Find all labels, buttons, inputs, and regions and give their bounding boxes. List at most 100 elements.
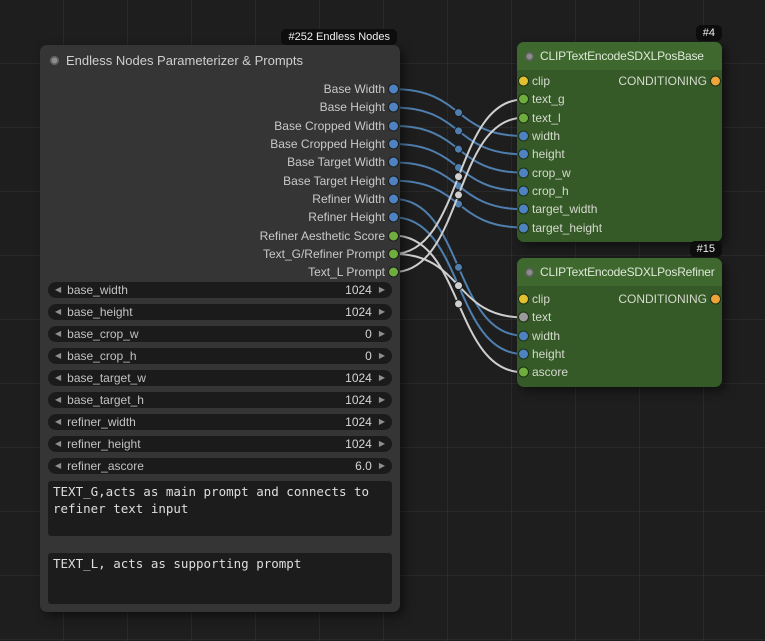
- input-slot-width: width: [517, 327, 722, 345]
- slot-width-dot[interactable]: [519, 132, 528, 141]
- increment-arrow-icon[interactable]: ▶: [379, 282, 385, 298]
- slot-text-l-dot[interactable]: [519, 113, 528, 122]
- input-slot-ascore: ascore: [517, 363, 722, 381]
- decrement-arrow-icon[interactable]: ◀: [55, 436, 61, 452]
- node-pos-refiner[interactable]: CLIPTextEncodeSDXLPosRefiner CONDITIONIN…: [517, 258, 722, 387]
- slot-text-g-refiner-prompt-dot[interactable]: [389, 249, 398, 258]
- increment-arrow-icon[interactable]: ▶: [379, 370, 385, 386]
- node-parameterizer[interactable]: Endless Nodes Parameterizer & Prompts Ba…: [40, 45, 400, 612]
- decrement-arrow-icon[interactable]: ◀: [55, 282, 61, 298]
- slot-width-dot[interactable]: [519, 331, 528, 340]
- node-title: CLIPTextEncodeSDXLPosRefiner: [540, 265, 715, 279]
- widget-base_height[interactable]: ◀base_height1024▶: [48, 304, 392, 320]
- slot-label: Base Target Width: [287, 155, 385, 169]
- slot-crop-w-dot[interactable]: [519, 168, 528, 177]
- slot-text-l-prompt-dot[interactable]: [389, 268, 398, 277]
- link-midpoint-dot[interactable]: [455, 163, 463, 171]
- slot-label: clip: [532, 74, 550, 88]
- link-midpoint-dot[interactable]: [455, 191, 463, 199]
- widget-base_crop_h[interactable]: ◀ base_crop_h 0 ▶: [48, 348, 392, 364]
- slot-label: Text_L Prompt: [308, 265, 385, 279]
- widget-refiner_height[interactable]: ◀refiner_height1024▶: [48, 436, 392, 452]
- increment-arrow-icon[interactable]: ▶: [379, 436, 385, 452]
- slot-base-width-dot[interactable]: [389, 85, 398, 94]
- slot-refiner-aesthetic-score-dot[interactable]: [389, 231, 398, 240]
- widget-base_width[interactable]: ◀base_width1024▶: [48, 282, 392, 298]
- increment-arrow-icon[interactable]: ▶: [379, 458, 385, 474]
- widget-refiner_ascore[interactable]: ◀refiner_ascore6.0▶: [48, 458, 392, 474]
- slot-text-dot[interactable]: [519, 313, 528, 322]
- widget-name: base_height: [67, 305, 132, 319]
- link-wire: [394, 89, 524, 136]
- slot-label: crop_h: [532, 184, 569, 198]
- widget-name: base_crop_h: [67, 349, 136, 363]
- link-midpoint-dot[interactable]: [455, 200, 463, 208]
- input-slot-clip: clip: [517, 290, 722, 308]
- node-title-bar[interactable]: CLIPTextEncodeSDXLPosRefiner: [517, 258, 722, 286]
- node-title-bar[interactable]: CLIPTextEncodeSDXLPosBase: [517, 42, 722, 70]
- decrement-arrow-icon[interactable]: ◀: [55, 414, 61, 430]
- slot-base-height-dot[interactable]: [389, 103, 398, 112]
- collapse-dot-icon[interactable]: [50, 56, 59, 65]
- badge-parameterizer: #252 Endless Nodes: [281, 29, 397, 45]
- widget-value: 1024: [345, 437, 372, 451]
- node-pos-base[interactable]: CLIPTextEncodeSDXLPosBase CONDITIONING c…: [517, 42, 722, 242]
- prompt-textarea-text-l[interactable]: TEXT_L, acts as supporting prompt: [48, 553, 392, 604]
- slot-target-width-dot[interactable]: [519, 205, 528, 214]
- input-slot-text-g: text_g: [517, 90, 722, 108]
- increment-arrow-icon[interactable]: ▶: [379, 414, 385, 430]
- node-graph-canvas[interactable]: #252 Endless Nodes #4 #15 Endless Nodes …: [0, 0, 765, 641]
- link-midpoint-dot[interactable]: [455, 282, 463, 290]
- prompt-textarea-text-g[interactable]: TEXT_G,acts as main prompt and connects …: [48, 481, 392, 536]
- widget-refiner_width[interactable]: ◀refiner_width1024▶: [48, 414, 392, 430]
- slot-height-dot[interactable]: [519, 150, 528, 159]
- widget-base_target_h[interactable]: ◀base_target_h1024▶: [48, 392, 392, 408]
- slot-base-cropped-width-dot[interactable]: [389, 121, 398, 130]
- decrement-arrow-icon[interactable]: ◀: [55, 392, 61, 408]
- slot-text-g-dot[interactable]: [519, 95, 528, 104]
- slot-label: Base Cropped Height: [270, 137, 385, 151]
- input-slot-width: width: [517, 127, 722, 145]
- collapse-dot-icon[interactable]: [525, 52, 534, 61]
- link-midpoint-dot[interactable]: [455, 182, 463, 190]
- slot-label: target_width: [532, 202, 597, 216]
- node-title-bar[interactable]: Endless Nodes Parameterizer & Prompts: [40, 45, 400, 75]
- widget-base_crop_w[interactable]: ◀base_crop_w0▶: [48, 326, 392, 342]
- slot-height-dot[interactable]: [519, 350, 528, 359]
- widget-value: 1024: [345, 415, 372, 429]
- slot-target-height-dot[interactable]: [519, 223, 528, 232]
- link-midpoint-dot[interactable]: [455, 127, 463, 135]
- decrement-arrow-icon[interactable]: ◀: [55, 370, 61, 386]
- slot-label: Base Height: [320, 100, 385, 114]
- slot-ascore-dot[interactable]: [519, 368, 528, 377]
- slot-clip-dot[interactable]: [519, 295, 528, 304]
- slot-crop-h-dot[interactable]: [519, 186, 528, 195]
- link-wire: [394, 144, 524, 191]
- slot-clip-dot[interactable]: [519, 77, 528, 86]
- link-midpoint-dot[interactable]: [455, 263, 463, 271]
- output-slot-base-target-height: Base Target Height: [40, 171, 400, 189]
- link-midpoint-dot[interactable]: [455, 145, 463, 153]
- decrement-arrow-icon[interactable]: ◀: [55, 326, 61, 342]
- link-midpoint-dot[interactable]: [455, 300, 463, 308]
- widget-base_target_w[interactable]: ◀base_target_w1024▶: [48, 370, 392, 386]
- increment-arrow-icon[interactable]: ▶: [379, 348, 385, 364]
- collapse-dot-icon[interactable]: [525, 268, 534, 277]
- input-slot-target-width: target_width: [517, 200, 722, 218]
- slot-base-target-width-dot[interactable]: [389, 158, 398, 167]
- link-midpoint-dot[interactable]: [455, 109, 463, 117]
- slot-refiner-height-dot[interactable]: [389, 213, 398, 222]
- widget-value: 0: [365, 349, 372, 363]
- slot-base-target-height-dot[interactable]: [389, 176, 398, 185]
- increment-arrow-icon[interactable]: ▶: [379, 304, 385, 320]
- increment-arrow-icon[interactable]: ▶: [379, 392, 385, 408]
- link-midpoint-dot[interactable]: [455, 173, 463, 181]
- slot-refiner-width-dot[interactable]: [389, 194, 398, 203]
- decrement-arrow-icon[interactable]: ◀: [55, 458, 61, 474]
- decrement-arrow-icon[interactable]: ◀: [55, 348, 61, 364]
- widget-list: ◀base_width1024▶◀base_height1024▶◀base_c…: [40, 281, 400, 474]
- decrement-arrow-icon[interactable]: ◀: [55, 304, 61, 320]
- link-midpoint-dot[interactable]: [455, 282, 463, 290]
- slot-base-cropped-height-dot[interactable]: [389, 140, 398, 149]
- increment-arrow-icon[interactable]: ▶: [379, 326, 385, 342]
